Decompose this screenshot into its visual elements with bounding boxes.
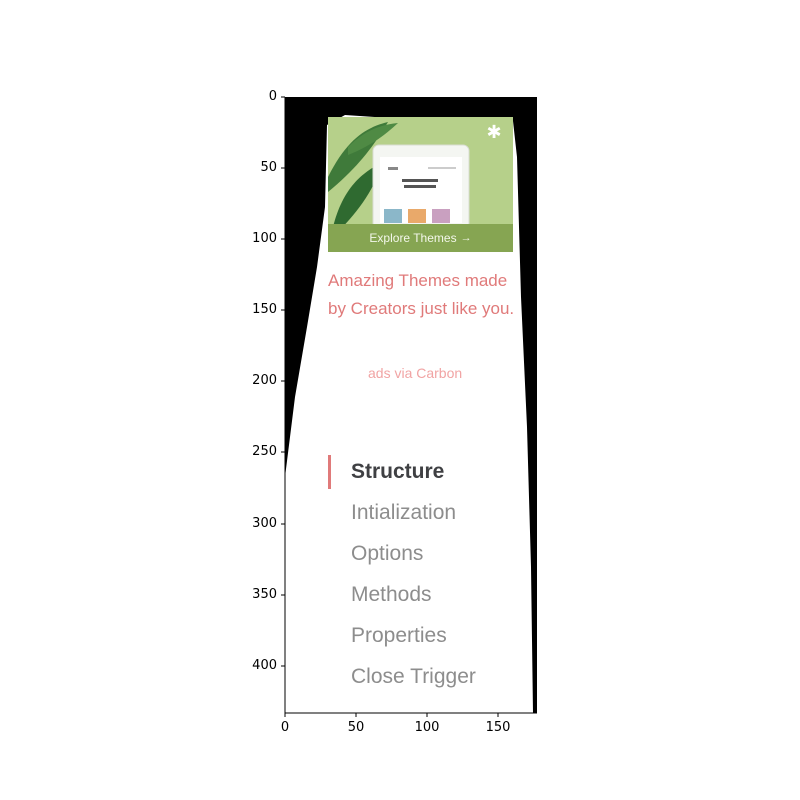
- x-tick-label: 0: [280, 720, 290, 735]
- carbon-ad-card[interactable]: ✱ Explore Themes →: [328, 117, 513, 252]
- toc-item-options[interactable]: Options: [328, 535, 528, 576]
- x-tick-label: 100: [414, 720, 440, 735]
- y-tick-label: 350: [252, 587, 277, 602]
- ads-via-carbon-link[interactable]: ads via Carbon: [368, 365, 462, 381]
- arrow-right-icon: →: [460, 232, 472, 244]
- y-tick-label: 250: [252, 444, 277, 459]
- explore-themes-button[interactable]: Explore Themes →: [328, 224, 513, 252]
- ad-badge-icon: ✱: [486, 121, 502, 143]
- y-tick-label: 400: [252, 658, 277, 673]
- y-tick-label: 100: [252, 231, 277, 246]
- screenshot-crop: ✱ Explore Themes → Amazing Themes made b…: [285, 97, 537, 713]
- x-tick-label: 150: [485, 720, 511, 735]
- y-tick-label: 150: [252, 302, 277, 317]
- y-tick-label: 300: [252, 516, 277, 531]
- figure: ✱ Explore Themes → Amazing Themes made b…: [0, 0, 800, 800]
- y-tick-label: 0: [268, 89, 277, 104]
- ad-image[interactable]: ✱ Explore Themes →: [328, 117, 513, 252]
- x-tick-label: 50: [347, 720, 365, 735]
- ad-text-link[interactable]: Amazing Themes made by Creators just lik…: [328, 267, 528, 323]
- explore-themes-label: Explore Themes: [369, 231, 457, 245]
- y-tick-label: 50: [260, 160, 277, 175]
- toc-item-properties[interactable]: Properties: [328, 617, 528, 658]
- table-of-contents: Structure Intialization Options Methods …: [328, 453, 528, 699]
- toc-item-close-trigger[interactable]: Close Trigger: [328, 658, 528, 699]
- toc-item-structure[interactable]: Structure: [328, 453, 528, 494]
- toc-item-intialization[interactable]: Intialization: [328, 494, 528, 535]
- y-tick-label: 200: [252, 373, 277, 388]
- toc-item-methods[interactable]: Methods: [328, 576, 528, 617]
